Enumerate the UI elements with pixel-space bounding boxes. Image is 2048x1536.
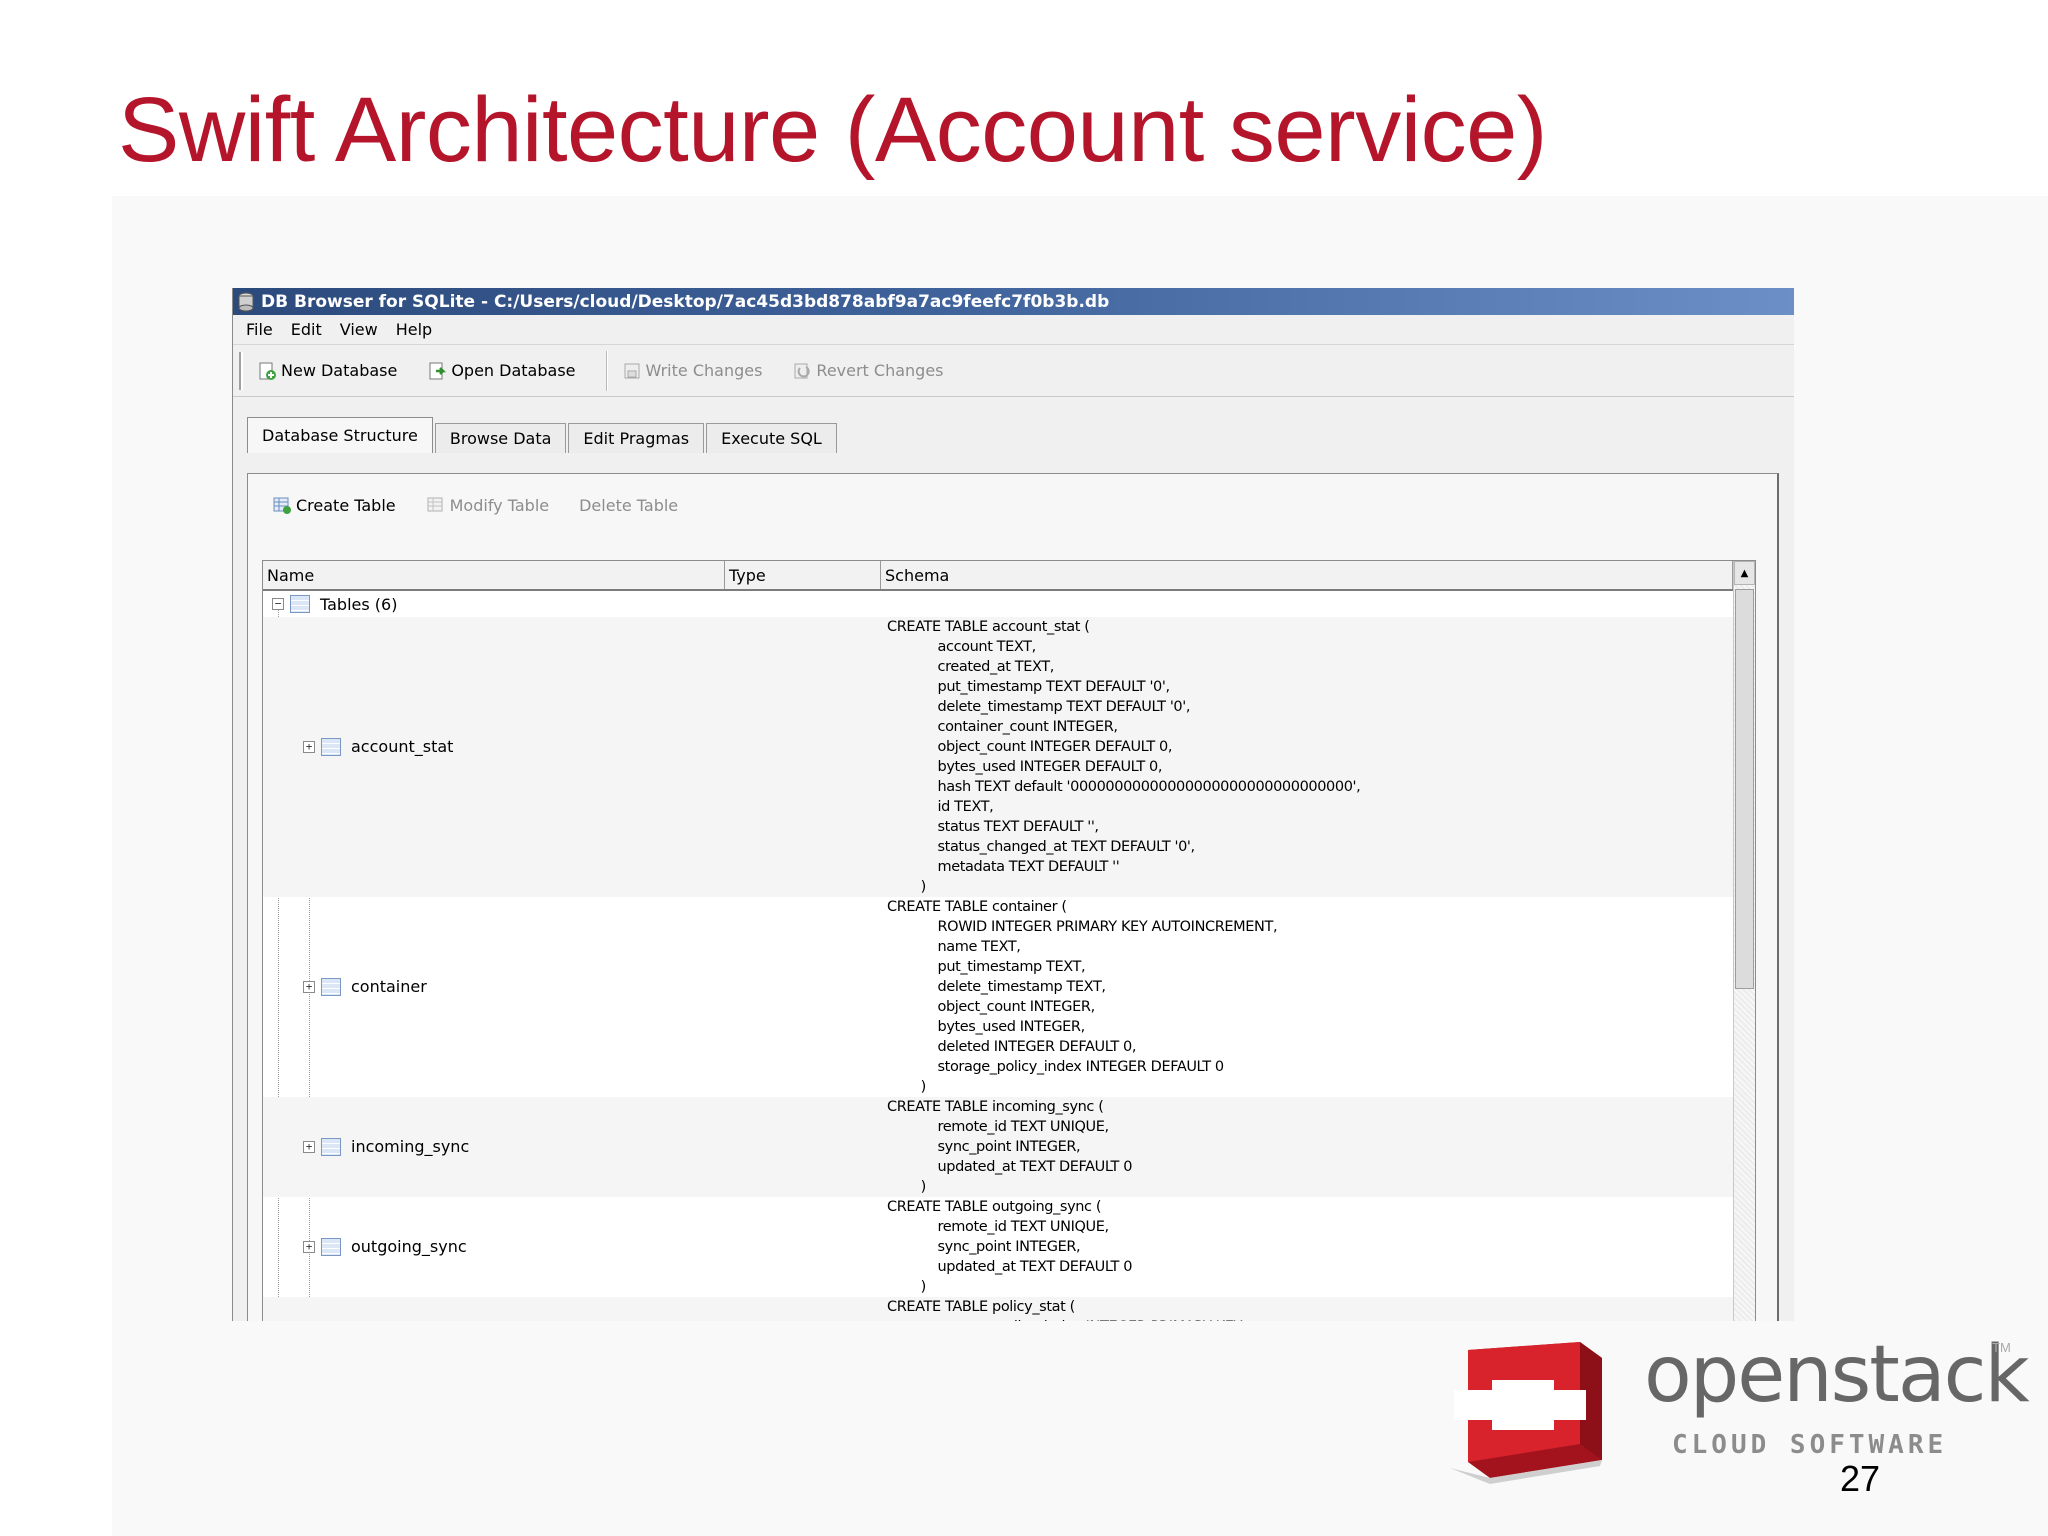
schema-tree-grid[interactable]: Name Type Schema − Tables (6) + account_… <box>262 560 1756 1321</box>
table-schema-cell: CREATE TABLE account_stat ( account TEXT… <box>887 619 1361 895</box>
menu-help[interactable]: Help <box>387 320 441 339</box>
table-row[interactable]: + incoming_sync CREATE TABLE incoming_sy… <box>263 1097 1733 1197</box>
column-name-header[interactable]: Name <box>263 561 725 589</box>
table-row[interactable]: + outgoing_sync CREATE TABLE outgoing_sy… <box>263 1197 1733 1297</box>
table-name-cell: + outgoing_sync <box>303 1237 467 1256</box>
main-toolbar: New Database Open Database Write Changes… <box>233 345 1794 397</box>
tab-execute-sql[interactable]: Execute SQL <box>706 423 837 453</box>
expand-icon[interactable]: + <box>303 1140 315 1153</box>
window-title: DB Browser for SQLite - C:/Users/cloud/D… <box>261 291 1110 312</box>
slide-number: 27 <box>1840 1458 1881 1499</box>
revert-changes-button[interactable]: Revert Changes <box>792 361 944 381</box>
table-row[interactable]: + account_stat CREATE TABLE account_stat… <box>263 617 1733 897</box>
open-database-icon <box>429 362 447 379</box>
expand-icon[interactable]: + <box>303 980 315 993</box>
table-name-cell: + container <box>303 977 427 996</box>
toolbar-grip[interactable] <box>239 351 243 390</box>
revert-changes-icon <box>794 363 811 378</box>
table-name-cell: + account_stat <box>303 737 453 756</box>
table-name-cell: + incoming_sync <box>303 1137 469 1156</box>
table-icon <box>321 737 341 756</box>
new-database-icon <box>259 362 276 380</box>
toolbar-separator <box>605 350 608 391</box>
tables-node-label: Tables (6) <box>320 594 398 614</box>
new-database-button[interactable]: New Database <box>257 361 397 381</box>
expand-icon[interactable]: + <box>303 740 315 753</box>
column-type-header[interactable]: Type <box>725 561 881 589</box>
create-table-button[interactable]: Create Table <box>272 495 396 515</box>
structure-panel: Create Table Modify Table Delete Table N… <box>247 473 1779 1321</box>
write-changes-button[interactable]: Write Changes <box>622 361 762 381</box>
database-icon <box>238 292 254 311</box>
tab-edit-pragmas[interactable]: Edit Pragmas <box>568 423 705 453</box>
table-row[interactable]: + container CREATE TABLE container ( ROW… <box>263 897 1733 1097</box>
tab-database-structure[interactable]: Database Structure <box>247 417 433 453</box>
tables-icon <box>290 595 310 613</box>
open-database-button[interactable]: Open Database <box>427 361 576 381</box>
table-schema-cell: CREATE TABLE outgoing_sync ( remote_id T… <box>887 1199 1133 1295</box>
table-row[interactable]: + policy_stat CREATE TABLE policy_stat (… <box>263 1297 1733 1321</box>
collapse-icon[interactable]: − <box>272 598 284 610</box>
delete-table-button[interactable]: Delete Table <box>579 496 678 515</box>
table-icon <box>321 1137 341 1156</box>
menu-file[interactable]: File <box>237 320 282 339</box>
menu-view[interactable]: View <box>331 320 387 339</box>
modify-table-button[interactable]: Modify Table <box>426 495 549 515</box>
grid-body: − Tables (6) + account_stat CREATE TABLE… <box>263 591 1733 1321</box>
column-schema-header[interactable]: Schema <box>881 561 1733 589</box>
menu-edit[interactable]: Edit <box>282 320 331 339</box>
create-table-icon <box>273 497 291 514</box>
table-schema-cell: CREATE TABLE container ( ROWID INTEGER P… <box>887 899 1278 1095</box>
db-browser-window: DB Browser for SQLite - C:/Users/cloud/D… <box>232 288 1794 1321</box>
slide-title: Swift Architecture (Account service) <box>118 79 1547 181</box>
scroll-up-icon[interactable]: ▲ <box>1734 561 1755 585</box>
expand-icon[interactable]: + <box>303 1240 315 1253</box>
logo-tagline: CLOUD SOFTWARE <box>1672 1430 1948 1460</box>
tab-browse-data[interactable]: Browse Data <box>434 423 567 453</box>
logo-wordmark: openstack <box>1644 1330 2030 1420</box>
vertical-scrollbar[interactable]: ▲ <box>1733 561 1755 1321</box>
window-titlebar[interactable]: DB Browser for SQLite - C:/Users/cloud/D… <box>233 288 1794 315</box>
table-icon <box>321 1237 341 1256</box>
logo-trademark: TM <box>1992 1340 2011 1355</box>
openstack-cube-icon <box>1450 1342 1602 1484</box>
structure-toolbar: Create Table Modify Table Delete Table <box>248 474 1777 536</box>
table-schema-cell: CREATE TABLE incoming_sync ( remote_id T… <box>887 1099 1133 1195</box>
grid-header: Name Type Schema <box>263 561 1755 591</box>
table-icon <box>321 977 341 996</box>
openstack-logo: openstack TM CLOUD SOFTWARE <box>1440 1330 2030 1490</box>
write-changes-icon <box>624 363 639 378</box>
scrollbar-thumb[interactable] <box>1735 589 1754 989</box>
menu-bar: File Edit View Help <box>233 315 1794 345</box>
modify-table-icon <box>427 497 443 512</box>
table-schema-cell: CREATE TABLE policy_stat ( storage_polic… <box>887 1299 1247 1321</box>
tab-bar: Database Structure Browse Data Edit Prag… <box>233 409 1794 453</box>
tables-node-row[interactable]: − Tables (6) <box>263 591 1733 617</box>
